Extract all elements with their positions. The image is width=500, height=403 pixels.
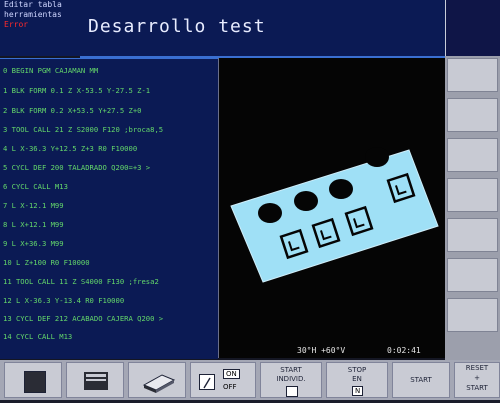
off-label: OFF bbox=[223, 383, 237, 391]
program-line[interactable]: 6 CYCL CALL M13 bbox=[3, 181, 217, 193]
softkey-3d-view[interactable] bbox=[128, 362, 186, 398]
softkey-workpiece-view[interactable] bbox=[4, 362, 62, 398]
workpiece-view bbox=[230, 147, 439, 283]
start-single-indicator bbox=[286, 386, 298, 397]
slash-icon bbox=[199, 374, 215, 390]
softkey-start[interactable]: START bbox=[392, 362, 450, 398]
vertical-softkey-4[interactable] bbox=[447, 178, 498, 212]
program-line[interactable]: 2 BLK FORM 0.2 X+53.5 Y+27.5 Z+0 bbox=[3, 105, 217, 117]
vertical-softkey-bar bbox=[445, 56, 500, 360]
vertical-softkey-6[interactable] bbox=[447, 258, 498, 292]
program-listing: 0 BEGIN PGM CAJAMAN MM 1 BLK FORM 0.1 Z … bbox=[0, 58, 218, 359]
stop-en-line-2: EN bbox=[352, 375, 362, 383]
horizontal-softkey-bar: ON OFF START INDIVID. STOP EN N START RE… bbox=[0, 360, 500, 400]
title-bar: Desarrollo test bbox=[80, 0, 445, 58]
mode-line-2[interactable]: herramientas bbox=[0, 10, 80, 20]
program-line[interactable]: 7 L X-12.1 M99 bbox=[3, 200, 217, 212]
layout-icon bbox=[84, 372, 108, 390]
reset-label: RESET bbox=[465, 364, 489, 372]
start-label: START bbox=[410, 376, 432, 384]
program-line[interactable]: 12 L X-36.3 Y-13.4 R0 F10000 bbox=[3, 295, 217, 307]
stop-n-label: N bbox=[352, 386, 364, 396]
program-line[interactable]: 9 L X+36.3 M99 bbox=[3, 238, 217, 250]
start-individ-line-1: START bbox=[280, 366, 302, 374]
program-line[interactable]: 1 BLK FORM 0.1 Z X-53.5 Y-27.5 Z-1 bbox=[3, 85, 217, 97]
program-line[interactable]: 14 CYCL CALL M13 bbox=[3, 331, 217, 343]
simulation-graphic: 30°H +60°V 0:02:41 bbox=[218, 58, 446, 358]
on-label: ON bbox=[223, 369, 240, 379]
softkey-stop-at[interactable]: STOP EN N bbox=[326, 362, 388, 398]
plus-label: + bbox=[474, 374, 480, 382]
program-line[interactable]: 13 CYCL DEF 212 ACABADO CAJERA Q200 > bbox=[3, 313, 217, 325]
vertical-softkey-2[interactable] bbox=[447, 98, 498, 132]
header-corner bbox=[445, 0, 500, 56]
program-line[interactable]: 10 L Z+100 R0 F10000 bbox=[3, 257, 217, 269]
program-line[interactable]: 0 BEGIN PGM CAJAMAN MM bbox=[3, 65, 217, 77]
drill-hole bbox=[329, 179, 353, 199]
start-individ-line-2: INDIVID. bbox=[276, 375, 306, 383]
softkey-start-single-block[interactable]: START INDIVID. bbox=[260, 362, 322, 398]
error-indicator[interactable]: Error bbox=[0, 20, 80, 30]
simulation-time: 0:02:41 bbox=[387, 346, 421, 355]
mode-panel: Editar tabla herramientas Error bbox=[0, 0, 81, 56]
drill-hole bbox=[258, 203, 282, 223]
vertical-softkey-5[interactable] bbox=[447, 218, 498, 252]
view-angle-readout: 30°H +60°V bbox=[297, 346, 346, 355]
softkey-on-off[interactable]: ON OFF bbox=[190, 362, 256, 398]
vertical-softkey-7[interactable] bbox=[447, 298, 498, 332]
vertical-softkey-3[interactable] bbox=[447, 138, 498, 172]
mode-line-1[interactable]: Editar tabla bbox=[0, 0, 80, 10]
cnc-screen: Editar tabla herramientas Error Desarrol… bbox=[0, 0, 500, 400]
program-line[interactable]: 8 L X+12.1 M99 bbox=[3, 219, 217, 231]
drill-hole bbox=[294, 191, 318, 211]
reset-start-label: START bbox=[466, 384, 488, 392]
softkey-screen-layout[interactable] bbox=[66, 362, 124, 398]
vertical-softkey-1[interactable] bbox=[447, 58, 498, 92]
drill-hole bbox=[365, 147, 389, 167]
softkey-reset-start[interactable]: RESET + START bbox=[454, 362, 500, 398]
screen-title: Desarrollo test bbox=[88, 16, 266, 37]
program-line[interactable]: 3 TOOL CALL 21 Z S2000 F120 ;broca8,5 bbox=[3, 124, 217, 136]
program-line[interactable]: 5 CYCL DEF 200 TALADRADO Q200=+3 > bbox=[3, 162, 217, 174]
square-icon bbox=[24, 371, 46, 393]
program-line[interactable]: 4 L X-36.3 Y+12.5 Z+3 R0 F10000 bbox=[3, 143, 217, 155]
stop-en-line-1: STOP bbox=[347, 366, 367, 374]
program-line[interactable]: 11 TOOL CALL 11 Z S4000 F130 ;fresa2 bbox=[3, 276, 217, 288]
block-3d-icon bbox=[142, 374, 176, 393]
